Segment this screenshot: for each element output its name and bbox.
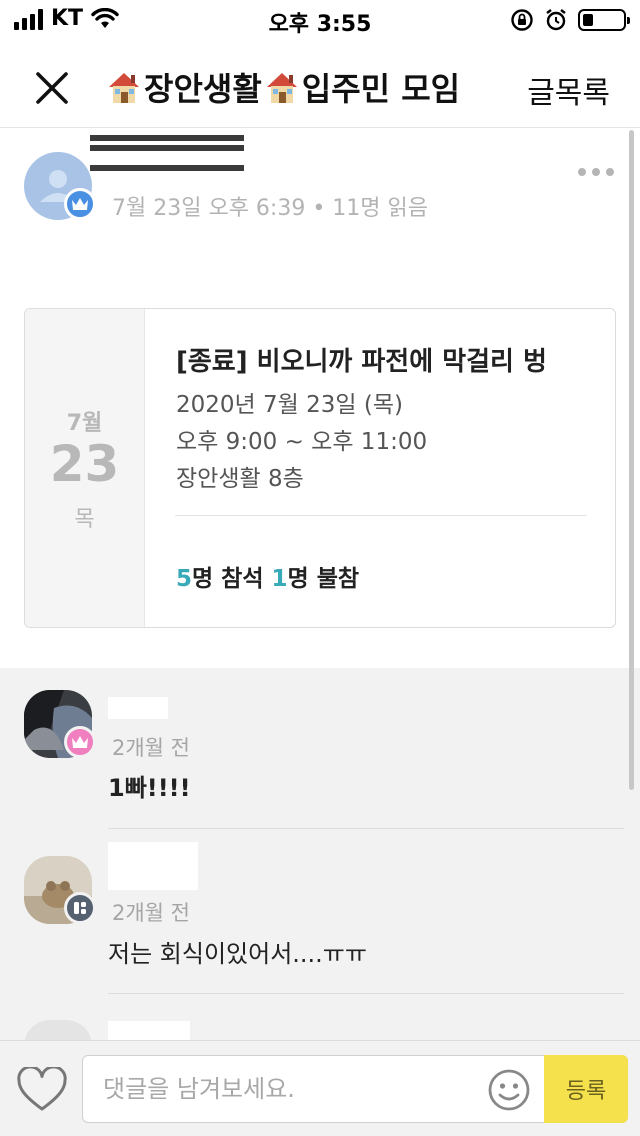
comment-input-bar: 등록 bbox=[0, 1040, 640, 1136]
emoji-button[interactable] bbox=[487, 1068, 531, 1112]
crown-icon bbox=[72, 198, 88, 210]
heart-icon bbox=[17, 1065, 67, 1111]
event-date-column: 7월 23 목 bbox=[25, 309, 145, 627]
comment-text: 1빠!!!! bbox=[108, 774, 191, 802]
comment-time: 2개월 전 bbox=[112, 901, 190, 925]
house-emoji-icon bbox=[109, 73, 139, 103]
event-location: 장안생활 8층 bbox=[176, 466, 304, 492]
attend-label: 명 참석 bbox=[192, 566, 272, 592]
alarm-icon bbox=[546, 9, 566, 31]
status-right bbox=[510, 8, 630, 32]
submit-comment-button[interactable]: 등록 bbox=[544, 1055, 628, 1123]
crown-badge bbox=[64, 726, 96, 758]
comment-text: 저는 회식이있어서....ㅠㅠ bbox=[108, 940, 367, 968]
more-options-button[interactable] bbox=[578, 168, 614, 176]
manager-badge bbox=[64, 892, 96, 924]
close-icon bbox=[36, 72, 68, 104]
event-weekday: 목 bbox=[74, 507, 95, 532]
event-time: 오후 9:00 ~ 오후 11:00 bbox=[176, 429, 428, 455]
more-icon bbox=[578, 168, 614, 176]
post-meta: 7월 23일 오후 6:39 • 11명 읽음 bbox=[112, 196, 429, 221]
commenter-avatar[interactable] bbox=[24, 1020, 92, 1040]
status-bar: KT 오후 3:55 bbox=[0, 0, 640, 40]
page-title: 장안생활 입주민 모임 bbox=[106, 64, 496, 110]
event-date: 2020년 7월 23일 (목) bbox=[176, 392, 403, 418]
top-header: 장안생활 입주민 모임 글목록 bbox=[0, 40, 640, 128]
author-name-redacted bbox=[90, 145, 244, 151]
event-divider bbox=[175, 515, 587, 516]
rsvp-summary[interactable]: 5명 참석 1명 불참 bbox=[176, 559, 359, 593]
close-button[interactable] bbox=[26, 62, 78, 114]
screen: KT 오후 3:55 장안생활 입주민 모임 글목록 7월 23일 오후 6:3… bbox=[0, 0, 640, 1136]
crown-badge bbox=[64, 188, 96, 220]
crown-icon bbox=[72, 736, 88, 748]
commenter-name-redacted bbox=[108, 697, 168, 719]
like-button[interactable] bbox=[16, 1065, 68, 1113]
manager-icon bbox=[74, 902, 86, 914]
event-card[interactable]: 7월 23 목 [종료] 비오니까 파전에 막걸리 벙 2020년 7월 23일… bbox=[24, 308, 616, 628]
comment-divider bbox=[108, 993, 624, 994]
event-month: 7월 bbox=[66, 411, 103, 436]
scrollbar[interactable] bbox=[629, 130, 634, 790]
comment-input[interactable] bbox=[103, 1056, 483, 1122]
event-title: [종료] 비오니까 파전에 막걸리 벙 bbox=[176, 347, 547, 377]
house-emoji-icon bbox=[266, 73, 297, 103]
title-text-1: 장안생활 bbox=[144, 70, 262, 108]
title-text-2: 입주민 모임 bbox=[301, 70, 461, 108]
attend-count: 5 bbox=[176, 566, 193, 592]
emoji-icon bbox=[488, 1069, 530, 1111]
comment-list: 2개월 전 1빠!!!! 2개월 전 저는 회식이있어서....ㅠㅠ bbox=[0, 668, 640, 1040]
rotation-lock-icon bbox=[511, 9, 533, 31]
battery-icon bbox=[578, 9, 630, 31]
commenter-name-redacted bbox=[108, 842, 198, 890]
absent-label: 명 불참 bbox=[287, 566, 360, 592]
comment-divider bbox=[108, 828, 624, 829]
event-day: 23 bbox=[49, 435, 120, 493]
absent-count: 1 bbox=[271, 566, 288, 592]
comment-time: 2개월 전 bbox=[112, 736, 190, 760]
author-name-redacted bbox=[90, 165, 244, 171]
commenter-name-redacted bbox=[108, 1021, 190, 1040]
comment-box: 등록 bbox=[82, 1055, 628, 1123]
post-list-button[interactable]: 글목록 bbox=[527, 68, 610, 112]
author-name-redacted bbox=[90, 135, 244, 141]
